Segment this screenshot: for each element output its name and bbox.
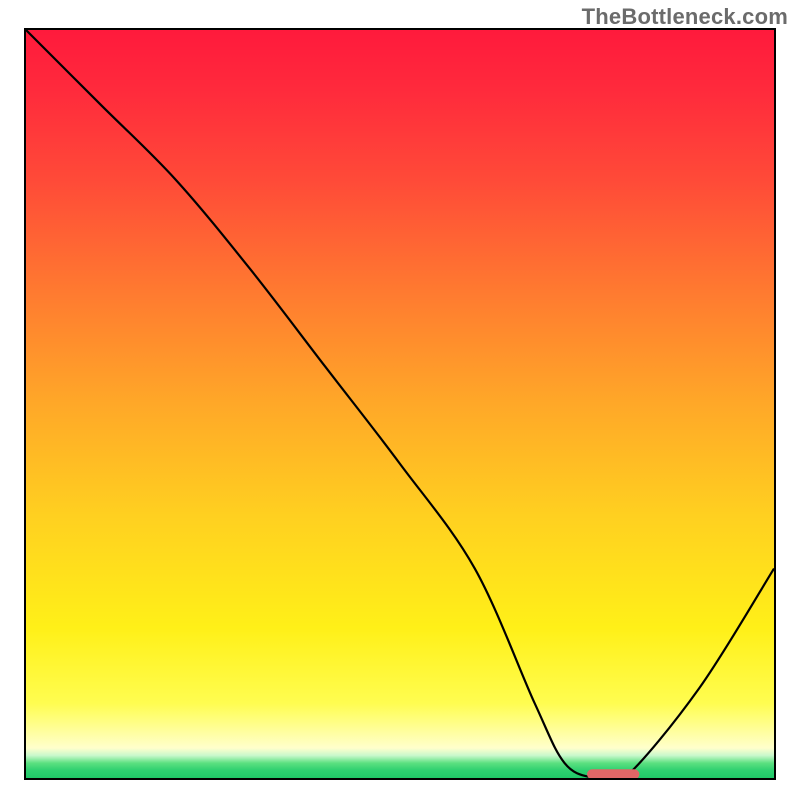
watermark-text: TheBottleneck.com [582,4,788,30]
plot-area [24,28,776,780]
chart-container: TheBottleneck.com [0,0,800,800]
marker-layer [26,30,774,778]
optimal-marker [587,769,639,778]
